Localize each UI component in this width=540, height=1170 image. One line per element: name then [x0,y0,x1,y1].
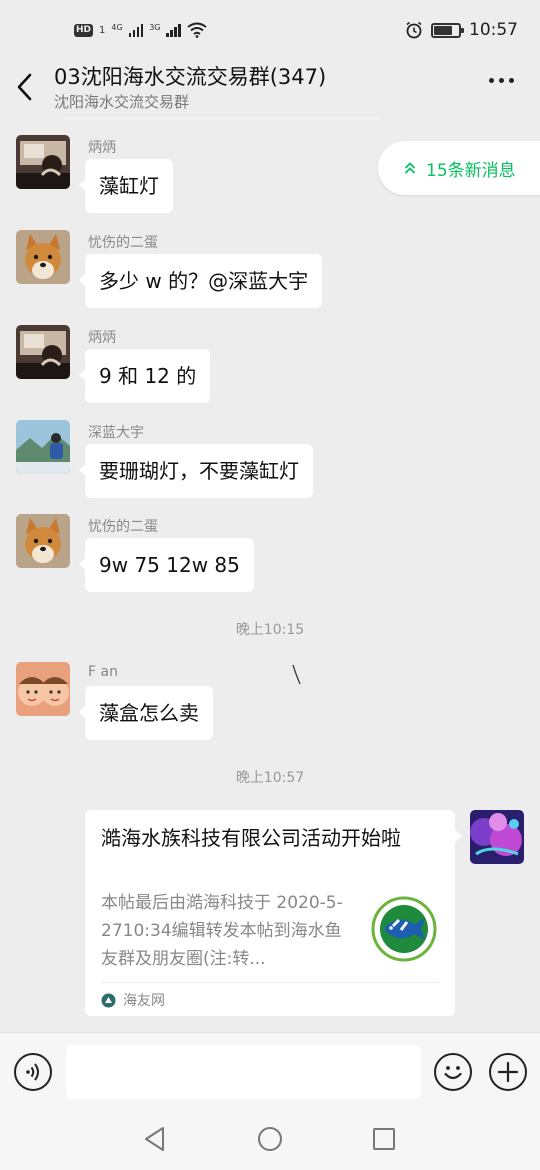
fish-logo-icon [369,894,439,964]
chat-title: 03沈阳海水交流交易群(347) [54,65,327,89]
nav-back-icon[interactable] [143,1126,167,1152]
avatar[interactable] [16,420,70,474]
message-bubble[interactable]: 藻盒怎么卖 [79,686,213,740]
status-right: 10:57 [405,20,518,40]
battery-icon [431,22,464,38]
dot-icon [509,78,514,83]
emoji-button[interactable] [434,1053,472,1091]
new-messages-label: 15条新消息 [426,160,516,181]
hd-label: HD [76,24,92,35]
avatar-car-icon [16,135,70,189]
sender-name: 炳炳 [88,140,116,156]
link-card-source: 海友网 [101,990,165,1010]
message-bubble[interactable]: 要珊瑚灯，不要藻缸灯 [79,444,313,498]
network-3g-label: 3G [149,22,161,32]
avatar[interactable] [16,325,70,379]
avatar-dog-icon [16,230,70,284]
new-messages-button[interactable]: 15条新消息 [378,141,540,195]
dot-icon [489,78,494,83]
avatar-person-icon [16,420,70,474]
avatar[interactable] [16,135,70,189]
chat-subtitle: 沈阳海水交流交易群 [54,93,190,111]
message-bubble[interactable]: 藻缸灯 [79,159,173,213]
network-4g-label: 4G [111,22,123,32]
input-bar [0,1032,540,1112]
back-arrow-icon[interactable] [10,70,40,104]
time-separator: 晚上10:57 [235,770,305,786]
voice-input-button[interactable] [14,1053,52,1091]
double-chevron-up-icon [404,162,416,174]
nav-home-icon[interactable] [258,1127,282,1151]
time-separator: 晚上10:15 [235,622,305,638]
message-bubble[interactable]: 多少 w 的？@深蓝大宇 [78,254,323,308]
alarm-icon [406,21,422,39]
clock: 10:57 [469,20,518,40]
avatar[interactable] [16,662,70,716]
more-actions-button[interactable] [489,1053,527,1091]
dot-icon [499,78,504,83]
avatar[interactable] [16,514,70,568]
sender-name: 忧伤的二蛋 [88,235,158,251]
sender-name: 忧伤的二蛋 [88,519,158,535]
wifi-icon [187,22,207,38]
signal-icon [128,23,144,37]
source-logo-icon [101,993,116,1007]
signal-icon-2 [166,23,181,37]
link-card-title: 澔海水族科技有限公司活动开始啦 [101,826,401,850]
voice-icon [26,1063,39,1081]
smiley-icon [444,1066,462,1080]
hd-number: 1 [99,24,106,36]
chat-header: 03沈阳海水交流交易群(347) 沈阳海水交流交易群 [0,52,540,118]
link-card-divider [101,982,439,983]
avatar-kids-icon [16,662,70,716]
sender-name: F an [88,664,118,680]
link-card[interactable]: 澔海水族科技有限公司活动开始啦 本帖最后由澔海科技于 2020-5-2710:3… [85,810,462,1016]
nav-recents-icon[interactable] [373,1128,395,1150]
link-card-description: 本帖最后由澔海科技于 2020-5-2710:34编辑转发本帖到海水鱼友群及朋友… [101,893,343,969]
system-nav-bar [0,1112,540,1170]
more-options-button[interactable] [489,78,514,83]
sender-name: 炳炳 [88,330,116,346]
message-input[interactable] [66,1045,421,1099]
header-divider [64,118,380,119]
avatar-car-icon [16,325,70,379]
hd-badge: HD [74,23,94,37]
plus-icon [497,1061,519,1083]
message-bubble[interactable]: 9w 75 12w 85 [79,538,254,592]
sender-name: 深蓝大宇 [88,425,144,441]
status-left: HD 1 4G 3G [74,22,207,38]
avatar-coral-icon [470,810,524,864]
link-card-thumbnail [369,894,439,964]
source-name: 海友网 [123,993,165,1009]
avatar[interactable] [16,230,70,284]
self-avatar[interactable] [470,810,524,864]
message-bubble[interactable]: 9 和 12 的 [78,349,211,403]
avatar-dog-icon [16,514,70,568]
stray-mark [292,664,301,685]
